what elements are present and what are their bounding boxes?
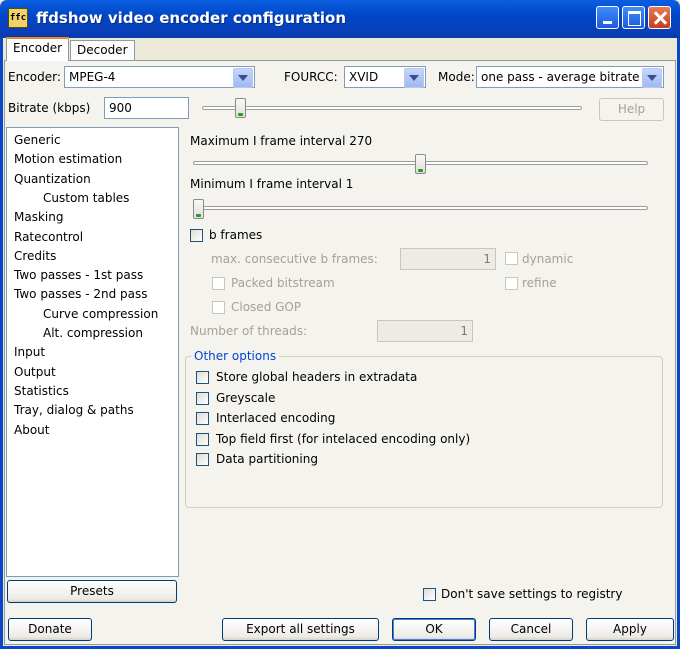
encoder-label: Encoder: xyxy=(8,70,61,84)
maximize-button[interactable] xyxy=(622,6,645,29)
tab-decoder[interactable]: Decoder xyxy=(70,40,135,60)
presets-button[interactable]: Presets xyxy=(7,580,177,603)
fourcc-value: XVID xyxy=(349,70,379,84)
dynamic-label: dynamic xyxy=(522,252,574,266)
refine-checkbox[interactable] xyxy=(505,277,518,290)
option-label: Store global headers in extradata xyxy=(216,370,418,384)
closed-gop-label: Closed GOP xyxy=(231,300,302,314)
max-i-frame-slider-thumb[interactable] xyxy=(415,154,426,174)
help-button[interactable]: Help xyxy=(599,98,664,121)
window-title: ffdshow video encoder configuration xyxy=(36,9,347,27)
option-checkbox[interactable] xyxy=(196,453,209,466)
tab-encoder[interactable]: Encoder xyxy=(6,37,70,61)
sidebar-item[interactable]: Quantization xyxy=(14,172,91,186)
sidebar-item[interactable]: Curve compression xyxy=(43,307,158,321)
fourcc-select[interactable]: XVID xyxy=(344,66,426,88)
option-label: Data partitioning xyxy=(216,452,318,466)
encoder-select[interactable]: MPEG-4 xyxy=(64,66,255,88)
sidebar-item[interactable]: Two passes - 2nd pass xyxy=(14,287,148,301)
sidebar-item[interactable]: Custom tables xyxy=(43,191,129,205)
refine-label: refine xyxy=(522,276,557,290)
option-label: Interlaced encoding xyxy=(216,411,336,425)
dont-save-checkbox[interactable] xyxy=(423,588,436,601)
bitrate-slider-thumb[interactable] xyxy=(235,98,246,118)
settings-tree[interactable]: Generic Motion estimation Quantization Cust… xyxy=(6,127,179,577)
min-i-frame-slider-track[interactable] xyxy=(193,206,648,210)
mode-value: one pass - average bitrate xyxy=(481,70,640,84)
cancel-button[interactable]: Cancel xyxy=(489,618,573,641)
option-checkbox[interactable] xyxy=(196,391,209,405)
app-icon: ffc xyxy=(8,8,28,28)
max-b-frames-label: max. consecutive b frames: xyxy=(211,252,378,266)
sidebar-item[interactable]: Alt. compression xyxy=(43,326,143,340)
chevron-down-icon[interactable] xyxy=(642,68,662,88)
maximize-icon xyxy=(628,11,641,26)
threads-input[interactable]: 1 xyxy=(377,320,473,342)
close-button[interactable] xyxy=(648,6,671,29)
option-checkbox[interactable] xyxy=(196,412,209,425)
threads-label: Number of threads: xyxy=(190,324,308,338)
dynamic-checkbox[interactable] xyxy=(505,252,518,265)
sidebar-item[interactable]: Statistics xyxy=(14,384,69,398)
bitrate-label: Bitrate (kbps) xyxy=(8,101,91,115)
sidebar-item[interactable]: Masking xyxy=(14,210,63,224)
sidebar-item[interactable]: Generic xyxy=(14,133,61,147)
ok-button[interactable]: OK xyxy=(392,618,476,641)
sidebar-item[interactable]: Motion estimation xyxy=(14,152,122,166)
chevron-down-icon[interactable] xyxy=(233,68,253,88)
fourcc-label: FOURCC: xyxy=(284,70,338,84)
sidebar-item[interactable]: Two passes - 1st pass xyxy=(14,268,143,282)
bitrate-slider-track[interactable] xyxy=(202,106,582,110)
minimize-icon xyxy=(603,21,612,24)
other-options-legend: Other options xyxy=(191,349,280,363)
sidebar-item[interactable]: Output xyxy=(14,365,56,379)
bitrate-input[interactable]: 900 xyxy=(104,97,189,119)
sidebar-item[interactable]: Tray, dialog & paths xyxy=(14,403,134,417)
closed-gop-checkbox[interactable] xyxy=(212,301,225,314)
mode-select[interactable]: one pass - average bitrate xyxy=(476,66,664,88)
dont-save-label: Don't save settings to registry xyxy=(441,587,623,601)
option-checkbox[interactable] xyxy=(196,432,209,446)
mode-label: Mode: xyxy=(438,70,475,84)
option-checkbox[interactable] xyxy=(196,371,209,384)
apply-button[interactable]: Apply xyxy=(586,618,674,641)
packed-bitstream-checkbox[interactable] xyxy=(212,277,225,290)
option-label: Greyscale xyxy=(216,390,276,405)
export-all-settings-button[interactable]: Export all settings xyxy=(222,618,379,641)
encoder-value: MPEG-4 xyxy=(69,70,116,84)
max-b-frames-input[interactable]: 1 xyxy=(400,248,496,270)
chevron-down-icon[interactable] xyxy=(404,68,424,88)
minimize-button[interactable] xyxy=(596,6,619,29)
b-frames-label: b frames xyxy=(209,228,263,242)
sidebar-item[interactable]: Input xyxy=(14,345,45,359)
min-i-frame-label: Minimum I frame interval 1 xyxy=(190,177,354,191)
sidebar-item[interactable]: About xyxy=(14,423,49,437)
donate-button[interactable]: Donate xyxy=(8,618,92,641)
packed-bitstream-label: Packed bitstream xyxy=(231,276,335,290)
sidebar-item[interactable]: Ratecontrol xyxy=(14,230,83,244)
sidebar-item[interactable]: Credits xyxy=(14,249,56,263)
max-i-frame-label: Maximum I frame interval 270 xyxy=(190,134,373,148)
b-frames-checkbox[interactable] xyxy=(190,229,203,242)
option-label: Top field first (for intelaced encoding … xyxy=(216,431,471,446)
min-i-frame-slider-thumb[interactable] xyxy=(193,199,204,219)
